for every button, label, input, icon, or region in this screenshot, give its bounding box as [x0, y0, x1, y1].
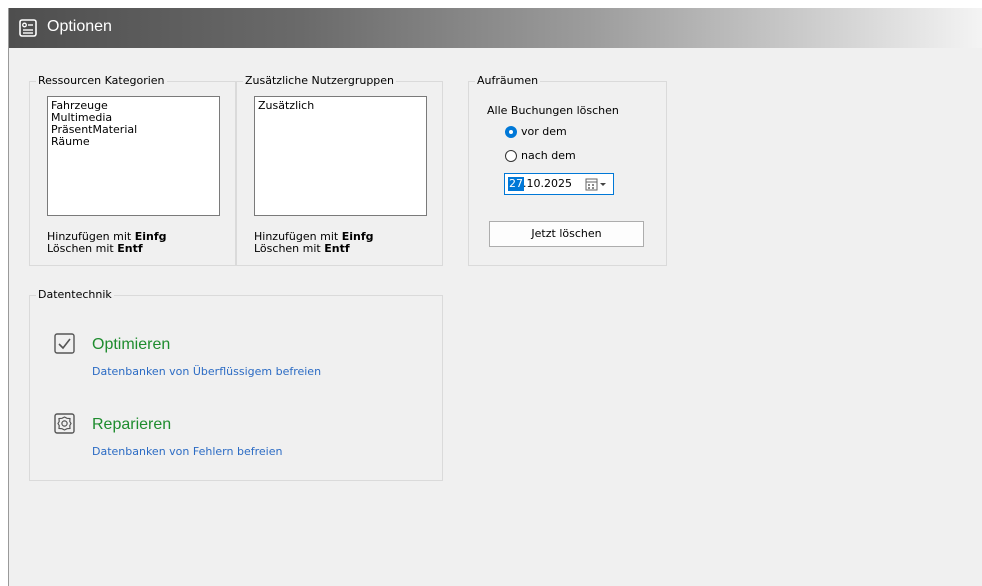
group-zusaetzliche-nutzergruppen: Zusätzliche Nutzergruppen Zusätzlich Hin…	[236, 74, 443, 266]
radio-after[interactable]	[505, 150, 517, 162]
repair-link-title[interactable]: Reparieren	[92, 416, 171, 434]
delete-now-button[interactable]: Jetzt löschen	[489, 221, 644, 247]
hint-delete: Löschen mit Entf	[254, 242, 350, 255]
date-rest: .10.2025	[523, 177, 572, 190]
nutzergruppen-listbox[interactable]: Zusätzlich	[254, 96, 427, 216]
radio-after-label[interactable]: nach dem	[521, 149, 576, 162]
date-picker[interactable]: 27 .10.2025	[504, 173, 614, 195]
group-datentechnik: Datentechnik Optimieren Datenbanken von …	[29, 288, 443, 481]
window-title: Optionen	[47, 18, 112, 35]
group-aufraeumen: Aufräumen Alle Buchungen löschen vor dem…	[468, 74, 667, 266]
optimize-description-link[interactable]: Datenbanken von Überflüssigem befreien	[92, 365, 321, 378]
repair-description-link[interactable]: Datenbanken von Fehlern befreien	[92, 445, 282, 458]
group-title: Datentechnik	[36, 288, 114, 301]
delete-bookings-label: Alle Buchungen löschen	[487, 104, 619, 117]
group-title: Zusätzliche Nutzergruppen	[243, 74, 397, 87]
calendar-dropdown-icon[interactable]	[585, 178, 611, 194]
gear-icon	[54, 413, 75, 434]
hint-delete: Löschen mit Entf	[47, 242, 143, 255]
group-title: Ressourcen Kategorien	[36, 74, 167, 87]
date-day-selected: 27	[508, 177, 524, 191]
title-bar: Optionen	[9, 8, 982, 48]
checkbox-check-icon	[54, 333, 75, 354]
list-item[interactable]: Zusätzlich	[258, 100, 426, 112]
radio-before[interactable]	[505, 126, 517, 138]
list-item[interactable]: Räume	[51, 136, 219, 148]
radio-before-label[interactable]: vor dem	[521, 125, 567, 138]
options-form-icon	[19, 19, 37, 37]
optimize-link-title[interactable]: Optimieren	[92, 336, 170, 354]
options-window: Optionen Ressourcen Kategorien Fahrzeuge…	[8, 8, 982, 586]
ressourcen-listbox[interactable]: Fahrzeuge Multimedia PräsentMaterial Räu…	[47, 96, 220, 216]
group-title: Aufräumen	[475, 74, 541, 87]
group-ressourcen-kategorien: Ressourcen Kategorien Fahrzeuge Multimed…	[29, 74, 236, 266]
